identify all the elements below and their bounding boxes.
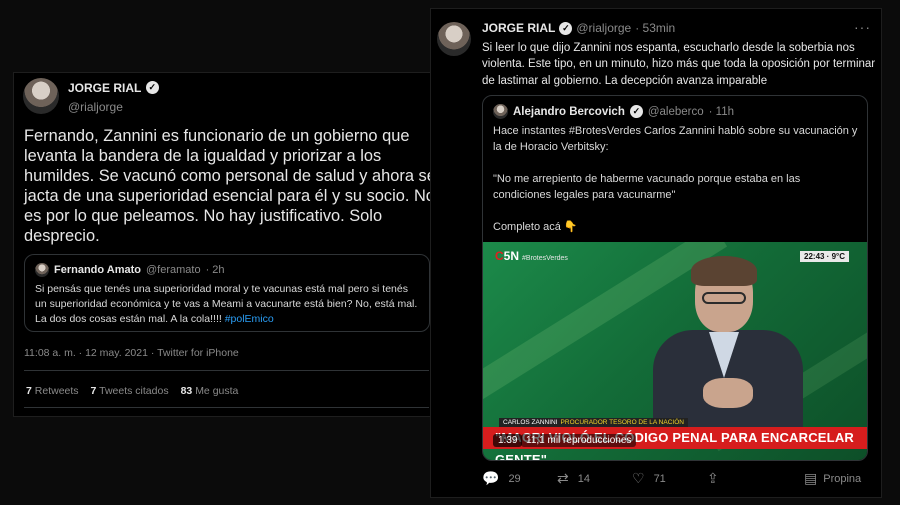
tweet-right: JORGE RIAL ✓ @rialjorge · 53min ··· Si l… bbox=[430, 8, 882, 498]
retweet-button[interactable]: ⇄ 14 bbox=[557, 470, 632, 487]
tweet-time[interactable]: · 53min bbox=[635, 21, 675, 35]
author-handle[interactable]: @rialjorge bbox=[576, 21, 631, 35]
divider bbox=[24, 407, 429, 408]
quoted-line-2: "No me arrepiento de haberme vacunado po… bbox=[493, 173, 801, 201]
quoted-author-name: Alejandro Bercovich bbox=[513, 105, 625, 118]
avatar bbox=[35, 263, 49, 277]
quoted-line-1: Hace instantes #BrotesVerdes Carlos Zann… bbox=[493, 125, 858, 153]
retweets-count: 7 bbox=[26, 385, 32, 397]
retweets-stat[interactable]: 7 Retweets bbox=[26, 385, 79, 397]
likes-count: 83 bbox=[180, 385, 193, 397]
video-duration: 1:39 bbox=[493, 434, 523, 447]
quoted-tweet-text: Hace instantes #BrotesVerdes Carlos Zann… bbox=[493, 123, 861, 235]
likes-stat[interactable]: 83 Me gusta bbox=[181, 385, 239, 397]
caption-role: PROCURADOR TESORO DE LA NACIÓN bbox=[560, 419, 684, 426]
quoted-time: · 11h bbox=[708, 105, 734, 118]
share-icon: ⇪ bbox=[707, 470, 719, 486]
quoted-tweet[interactable]: Alejandro Bercovich ✓ @aleberco · 11h Ha… bbox=[482, 95, 868, 461]
tip-label: Propina bbox=[823, 472, 862, 485]
verified-badge-icon: ✓ bbox=[629, 105, 643, 118]
quoted-line-3: Completo acá 👇 bbox=[493, 221, 578, 233]
quotes-stat[interactable]: 7 Tweets citados bbox=[91, 385, 169, 397]
like-button[interactable]: ♡ 71 bbox=[632, 470, 707, 487]
tweet-text: Fernando, Zannini es funcionario de un g… bbox=[24, 127, 436, 245]
verified-badge-icon: ✓ bbox=[559, 21, 573, 35]
retweet-count: 14 bbox=[577, 472, 590, 485]
quotes-count: 7 bbox=[90, 385, 97, 397]
retweets-label: Retweets bbox=[34, 385, 79, 397]
avatar[interactable] bbox=[23, 78, 59, 114]
video-player[interactable]: C5N #BrotesVerdes 22:43 · 9°C CARLOS ZANN… bbox=[483, 242, 867, 460]
author-name[interactable]: JORGE RIAL bbox=[68, 81, 141, 95]
divider bbox=[24, 370, 429, 371]
heart-icon: ♡ bbox=[632, 470, 645, 486]
tweet-stats: 7 Retweets 7 Tweets citados 83 Me gusta bbox=[26, 385, 238, 397]
quoted-tweet[interactable]: Fernando Amato @feramato · 2h Si pensás … bbox=[24, 254, 430, 332]
tweet-timestamp[interactable]: 11:08 a. m. · 12 may. 2021 · Twitter for… bbox=[24, 347, 239, 359]
quoted-time: · 2h bbox=[205, 264, 225, 276]
reply-count: 29 bbox=[508, 472, 521, 485]
caption-person: CARLOS ZANNINI bbox=[503, 419, 558, 426]
quoted-author-handle: @aleberco bbox=[647, 105, 704, 118]
logo-c: C bbox=[495, 249, 504, 263]
like-count: 71 bbox=[653, 472, 666, 485]
verified-badge-icon: ✓ bbox=[145, 80, 159, 94]
likes-label: Me gusta bbox=[195, 385, 239, 397]
quoted-tweet-text: Si pensás que tenés una superioridad mor… bbox=[35, 282, 419, 327]
avatar[interactable] bbox=[437, 22, 471, 56]
quoted-author-name: Fernando Amato bbox=[54, 264, 141, 276]
retweet-icon: ⇄ bbox=[557, 470, 569, 486]
tip-icon: ▤ bbox=[804, 470, 818, 486]
tweet-actions: 💬 29 ⇄ 14 ♡ 71 ⇪ ▤ Propina bbox=[482, 470, 877, 487]
reply-icon: 💬 bbox=[482, 470, 500, 486]
author-handle[interactable]: @rialjorge bbox=[68, 100, 159, 114]
quoted-author-handle: @feramato bbox=[146, 264, 201, 276]
tip-button[interactable]: ▤ Propina bbox=[804, 470, 861, 487]
logo-rest: 5N bbox=[503, 249, 520, 263]
reply-button[interactable]: 💬 29 bbox=[482, 470, 557, 487]
video-views: 11,1 mil reproducciones bbox=[521, 434, 637, 447]
author-name[interactable]: JORGE RIAL bbox=[482, 21, 555, 35]
more-options-icon[interactable]: ··· bbox=[854, 19, 871, 35]
caption-name: CARLOS ZANNINI PROCURADOR TESORO DE LA NA… bbox=[499, 418, 688, 427]
tweet-detail-left: JORGE RIAL ✓ @rialjorge Fernando, Zannin… bbox=[13, 72, 440, 417]
tweet-header: JORGE RIAL ✓ @rialjorge bbox=[23, 78, 159, 114]
share-button[interactable]: ⇪ bbox=[707, 470, 782, 487]
video-person bbox=[633, 256, 833, 430]
program-tag: #BrotesVerdes bbox=[522, 255, 568, 262]
avatar bbox=[493, 104, 508, 119]
quotes-label: Tweets citados bbox=[99, 385, 169, 397]
tweet-header: JORGE RIAL ✓ @rialjorge · 53min bbox=[482, 21, 675, 35]
hashtag-link[interactable]: #polEmico bbox=[225, 313, 274, 325]
channel-logo: C5N #BrotesVerdes bbox=[495, 249, 568, 263]
tweet-text: Si leer lo que dijo Zannini nos espanta,… bbox=[482, 42, 876, 87]
